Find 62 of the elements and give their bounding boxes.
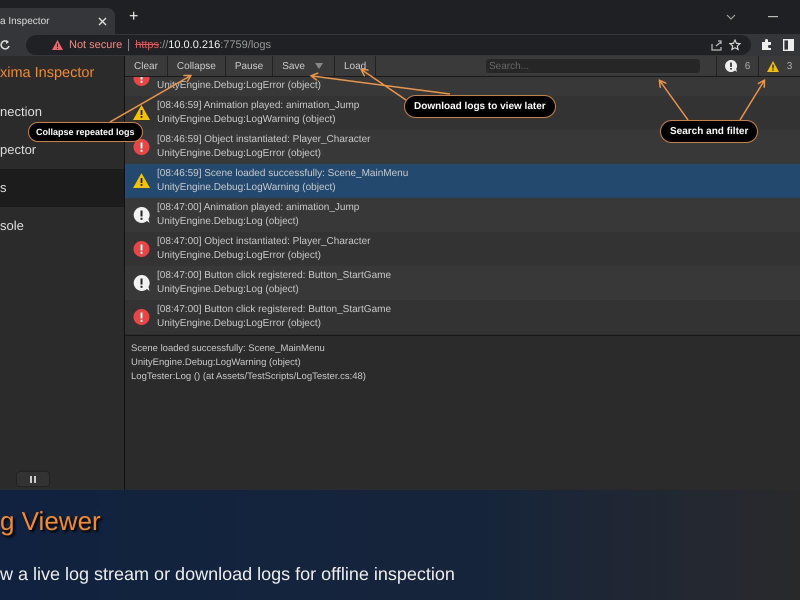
app-title: xima Inspector: [0, 64, 96, 83]
error-icon: [133, 138, 150, 154]
warning-icon: [766, 60, 779, 72]
sidebar-icon[interactable]: [783, 39, 794, 51]
sidebar-item[interactable]: sole: [0, 217, 124, 235]
log-message: [08:47:00] Button click registered: Button_StartGame: [157, 302, 392, 316]
error-icon: [133, 77, 150, 86]
annotation-tooltip: Search and filter: [660, 120, 758, 143]
browser-tab[interactable]: a Inspector: [0, 8, 115, 34]
log-message: [08:46:59] Object instantiated: Player_Character: [157, 132, 370, 146]
log-source: UnityEngine.Debug:LogError (object): [157, 248, 322, 262]
stack-trace-line: LogTester:Log () (at Assets/TestScripts/LogTester.cs:48): [131, 370, 367, 384]
sidebar-item[interactable]: s: [0, 169, 124, 207]
puzzle-icon[interactable]: [761, 39, 773, 51]
log-message: [08:47:00] Object instantiated: Player_Character: [157, 234, 370, 248]
security-label: Not secure: [69, 39, 122, 51]
log-row[interactable]: [08:47:00] Button click registered: Button_StartGame UnityEngine.Debug:Log (object): [125, 266, 800, 300]
log-source: UnityEngine.Debug:LogWarning (object): [157, 112, 337, 126]
error-icon: [133, 308, 150, 324]
log-row[interactable]: [08:47:00] Object instantiated: Player_Character UnityEngine.Debug:LogError (object): [125, 232, 800, 266]
pause-icon: [30, 476, 36, 482]
log-message: [08:46:59] Animation played: animation_Jump: [157, 98, 360, 112]
log-source: UnityEngine.Debug:Log (object): [157, 282, 300, 296]
annotation-arrow: [739, 79, 766, 120]
log-message: [08:47:00] Animation played: animation_Jump: [157, 200, 360, 214]
log-source: UnityEngine.Debug:Log (object): [157, 214, 300, 228]
caret-icon: [314, 63, 323, 69]
log-message: [08:47:00] Button click registered: Button_StartGame: [157, 268, 392, 282]
annotation-tooltip: Collapse repeated logs: [28, 122, 143, 142]
chevron-down-icon[interactable]: [726, 14, 736, 20]
star-icon[interactable]: [729, 39, 741, 51]
close-icon[interactable]: [98, 16, 107, 26]
log-icon: [133, 274, 150, 290]
log-source: UnityEngine.Debug:LogError (object): [157, 316, 322, 330]
log-row[interactable]: [08:47:00] Button click registered: Button_StartGame UnityEngine.Debug:LogError (object): [125, 300, 800, 334]
banner-subtitle: w a live log stream or download logs for offline inspection: [0, 563, 456, 585]
warning-icon: [52, 40, 63, 50]
log-row[interactable]: [08:47:00] Animation played: animation_Jump UnityEngine.Debug:Log (object): [125, 198, 800, 232]
url-text: https://10.0.0.216:7759/logs: [135, 39, 271, 51]
error-icon: [133, 240, 150, 256]
warning-icon: [133, 105, 150, 120]
log-message: [08:46:59] Scene loaded successfully: Scene_MainMenu: [157, 166, 408, 180]
search-field[interactable]: Search...: [486, 59, 700, 73]
banner-title: g Viewer: [0, 505, 102, 538]
share-icon[interactable]: [711, 40, 723, 50]
pause-button[interactable]: [16, 471, 50, 487]
stack-trace-line: UnityEngine.Debug:LogWarning (object): [131, 356, 302, 370]
log-row[interactable]: [08:46:59] Scene loaded successfully: Scene_MainMenu UnityEngine.Debug:LogWarning (object): [125, 164, 800, 198]
warning-icon: [133, 173, 150, 188]
annotation-arrow: [658, 79, 689, 120]
new-tab-button[interactable]: +: [129, 8, 138, 26]
address-bar[interactable]: Not secure https://10.0.0.216:7759/logs: [26, 35, 751, 55]
log-icon: [133, 206, 150, 222]
reload-icon[interactable]: [0, 39, 10, 51]
log-icon: [724, 60, 737, 72]
annotation-tooltip: Download logs to view later: [404, 95, 556, 118]
stack-trace-line: Scene loaded successfully: Scene_MainMenu: [131, 342, 326, 356]
sidebar-item[interactable]: pector: [0, 141, 124, 159]
log-source: UnityEngine.Debug:LogError (object): [157, 146, 322, 160]
log-source: UnityEngine.Debug:LogWarning (object): [157, 180, 337, 194]
sidebar-item[interactable]: nection: [0, 103, 124, 121]
minimize-icon[interactable]: [768, 16, 778, 18]
